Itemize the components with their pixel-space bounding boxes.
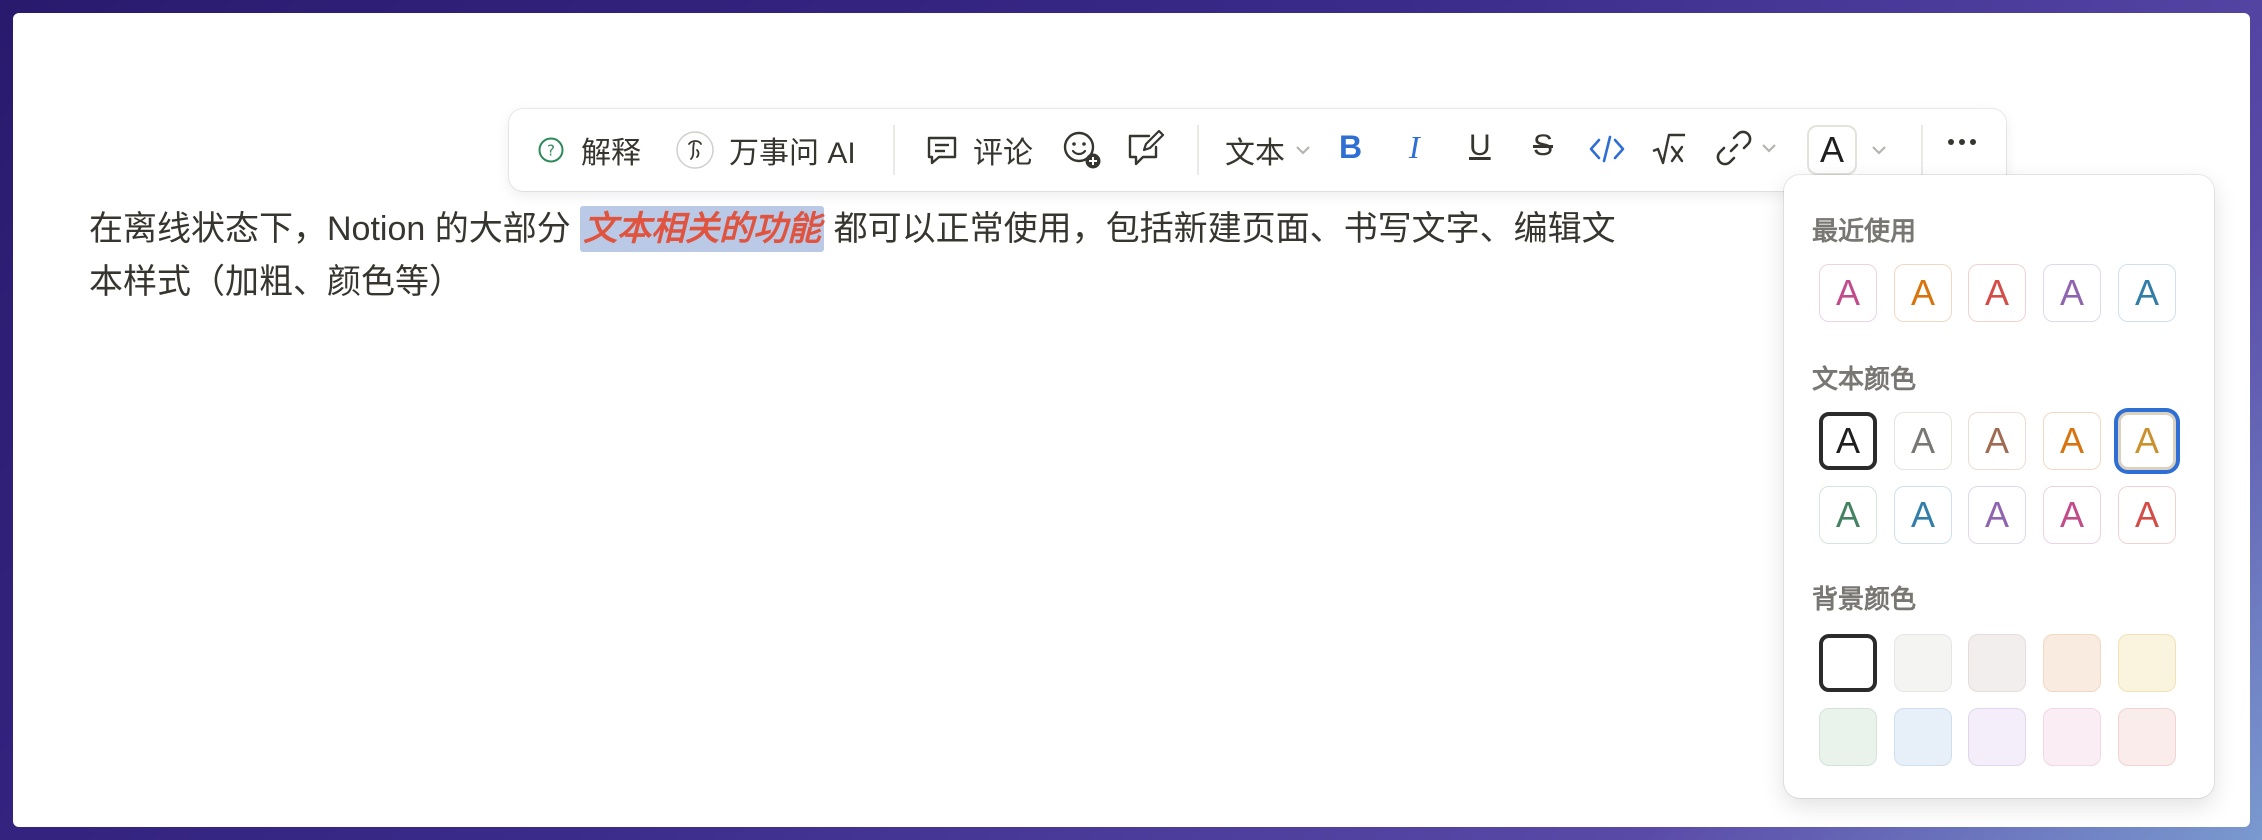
color-sample-glyph: A bbox=[2059, 494, 2084, 535]
recent-color-swatch-recent-4[interactable]: A bbox=[2043, 264, 2101, 322]
paragraph-text: 在离线状态下，Notion 的大部分 bbox=[89, 210, 581, 248]
bold-button[interactable]: B bbox=[1339, 129, 1362, 166]
help-circle-icon: ? bbox=[537, 136, 565, 164]
paragraph-text: 都可以正常使用，包括新建页面、书写文字、编辑文 bbox=[824, 210, 1616, 248]
font-color-glyph: A bbox=[1819, 129, 1844, 170]
recent-color-swatch-recent-5[interactable]: A bbox=[2118, 264, 2176, 322]
background-color-swatch-red[interactable] bbox=[2118, 708, 2176, 766]
code-icon bbox=[1587, 131, 1627, 167]
color-sample-glyph: A bbox=[1984, 420, 2009, 461]
selected-text[interactable]: 文本相关的功能 bbox=[580, 206, 825, 252]
underline-icon: U bbox=[1469, 129, 1491, 162]
add-reaction-button[interactable] bbox=[1061, 129, 1103, 171]
svg-text:?: ? bbox=[547, 142, 555, 160]
background-color-swatch-pink[interactable] bbox=[2043, 708, 2101, 766]
color-sample-glyph: A bbox=[2134, 494, 2159, 535]
inline-code-button[interactable] bbox=[1587, 131, 1627, 167]
text-color-heading: 文本颜色 bbox=[1812, 364, 1917, 394]
text-type-dropdown[interactable]: 文本 bbox=[1225, 127, 1313, 173]
suggest-edit-button[interactable] bbox=[1125, 127, 1165, 167]
comment-icon bbox=[925, 133, 959, 167]
more-horizontal-icon bbox=[1947, 137, 1977, 147]
color-sample-glyph: A bbox=[1835, 272, 1860, 313]
more-options-button[interactable] bbox=[1947, 137, 1977, 147]
italic-icon: I bbox=[1409, 129, 1420, 165]
strikethrough-button[interactable]: S bbox=[1533, 129, 1553, 163]
ask-ai-button[interactable]: 万事问 AI bbox=[675, 125, 856, 175]
comment-label: 评论 bbox=[973, 137, 1033, 170]
font-color-button[interactable]: A bbox=[1807, 125, 1857, 175]
text-color-swatch-default[interactable]: A bbox=[1819, 412, 1877, 470]
background-color-swatch-purple[interactable] bbox=[1968, 708, 2026, 766]
color-sample-glyph: A bbox=[1984, 272, 2009, 313]
chevron-down-icon bbox=[1293, 140, 1313, 160]
color-sample-glyph: A bbox=[2059, 420, 2084, 461]
text-type-label: 文本 bbox=[1225, 137, 1285, 170]
text-color-swatch-red[interactable]: A bbox=[2118, 486, 2176, 544]
bold-icon: B bbox=[1339, 129, 1363, 165]
text-color-swatch-orange[interactable]: A bbox=[2043, 412, 2101, 470]
color-sample-glyph: A bbox=[1835, 420, 1860, 461]
math-equation-button[interactable] bbox=[1651, 129, 1687, 169]
color-sample-glyph: A bbox=[1910, 272, 1935, 313]
color-sample-glyph: A bbox=[1835, 494, 1860, 535]
background-color-swatch-default[interactable] bbox=[1819, 634, 1877, 692]
background-color-swatch-blue[interactable] bbox=[1894, 708, 1952, 766]
toolbar-divider bbox=[1197, 125, 1199, 175]
paragraph-block[interactable]: 在离线状态下，Notion 的大部分 文本相关的功能 都可以正常使用，包括新建页… bbox=[89, 203, 1669, 309]
square-root-icon bbox=[1651, 129, 1687, 169]
background-color-swatch-gray[interactable] bbox=[1894, 634, 1952, 692]
chevron-down-icon bbox=[1759, 138, 1779, 158]
paragraph-text: 本样式（加粗、颜色等） bbox=[89, 263, 463, 301]
background-color-heading: 背景颜色 bbox=[1812, 584, 1917, 614]
comment-button[interactable]: 评论 bbox=[925, 127, 1033, 173]
link-dropdown[interactable] bbox=[1715, 129, 1779, 167]
recent-color-swatch-recent-1[interactable]: A bbox=[1819, 264, 1877, 322]
chevron-down-icon bbox=[1869, 140, 1889, 160]
explain-label: 解释 bbox=[581, 137, 641, 170]
recent-color-swatch-recent-2[interactable]: A bbox=[1894, 264, 1952, 322]
ask-ai-label: 万事问 AI bbox=[729, 137, 856, 170]
explain-button[interactable]: ? 解释 bbox=[537, 127, 641, 173]
font-color-chevron[interactable] bbox=[1869, 140, 1889, 160]
emoji-add-icon bbox=[1061, 129, 1103, 171]
link-icon bbox=[1715, 129, 1753, 167]
recent-colors-heading: 最近使用 bbox=[1812, 216, 1917, 246]
color-sample-glyph: A bbox=[1984, 494, 2009, 535]
ai-face-icon bbox=[675, 130, 715, 170]
background-color-swatch-brown[interactable] bbox=[1968, 634, 2026, 692]
color-sample-glyph: A bbox=[1910, 494, 1935, 535]
text-color-swatch-yellow[interactable]: A bbox=[2118, 412, 2176, 470]
text-color-swatch-brown[interactable]: A bbox=[1968, 412, 2026, 470]
strikethrough-icon: S bbox=[1533, 129, 1554, 162]
formatting-toolbar: ? 解释 万事问 AI 评论 文本 B I U S A bbox=[509, 109, 2006, 191]
background-color-swatch-yellow[interactable] bbox=[2118, 634, 2176, 692]
color-sample-glyph: A bbox=[2059, 272, 2084, 313]
background-color-swatch-green[interactable] bbox=[1819, 708, 1877, 766]
app-window: ? 解释 万事问 AI 评论 文本 B I U S A 在离线状态下，Notio… bbox=[13, 13, 2250, 827]
color-sample-glyph: A bbox=[1910, 420, 1935, 461]
text-color-swatch-green[interactable]: A bbox=[1819, 486, 1877, 544]
edit-comment-icon bbox=[1125, 127, 1165, 167]
toolbar-divider bbox=[893, 125, 895, 175]
text-color-swatch-pink[interactable]: A bbox=[2043, 486, 2101, 544]
color-sample-glyph: A bbox=[2134, 272, 2159, 313]
toolbar-divider bbox=[1921, 125, 1923, 175]
italic-button[interactable]: I bbox=[1409, 129, 1420, 166]
text-color-swatch-blue[interactable]: A bbox=[1894, 486, 1952, 544]
color-picker-menu: 最近使用 文本颜色 背景颜色 AAAAAAAAAAAAAAA bbox=[1784, 175, 2214, 798]
text-color-swatch-gray[interactable]: A bbox=[1894, 412, 1952, 470]
underline-button[interactable]: U bbox=[1469, 129, 1491, 163]
recent-color-swatch-recent-3[interactable]: A bbox=[1968, 264, 2026, 322]
text-color-swatch-purple[interactable]: A bbox=[1968, 486, 2026, 544]
background-color-swatch-orange[interactable] bbox=[2043, 634, 2101, 692]
color-sample-glyph: A bbox=[2134, 420, 2159, 461]
